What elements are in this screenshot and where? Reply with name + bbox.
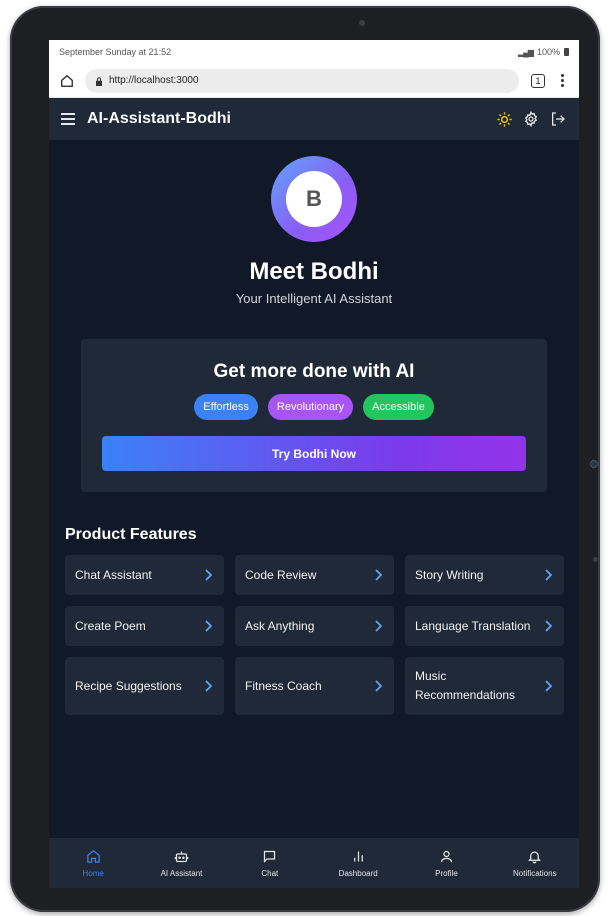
hamburger-menu-icon[interactable] bbox=[61, 113, 75, 125]
logout-icon[interactable] bbox=[550, 111, 567, 128]
browser-menu-icon[interactable] bbox=[553, 74, 571, 87]
bar-chart-icon bbox=[351, 849, 366, 864]
main-content: B Meet Bodhi Your Intelligent AI Assista… bbox=[49, 140, 579, 838]
try-bodhi-button[interactable]: Try Bodhi Now bbox=[102, 436, 526, 471]
feature-label: Ask Anything bbox=[245, 618, 315, 633]
pill-revolutionary: Revolutionary bbox=[267, 394, 354, 420]
nav-label: Chat bbox=[261, 868, 279, 878]
battery-text: 100% bbox=[536, 47, 560, 57]
features-title: Product Features bbox=[65, 526, 197, 543]
browser-home-icon[interactable] bbox=[57, 71, 77, 91]
feature-card-create-poem[interactable]: Create Poem bbox=[65, 606, 224, 646]
side-camera bbox=[590, 460, 598, 468]
feature-label: Recipe Suggestions bbox=[75, 678, 182, 693]
chevron-right-icon bbox=[374, 680, 384, 692]
feature-label: Fitness Coach bbox=[245, 678, 322, 693]
chevron-right-icon bbox=[544, 680, 554, 692]
nav-label: Notifications bbox=[513, 868, 557, 878]
bottom-nav: Home AI Assistant Chat Dashboard Profile… bbox=[49, 838, 579, 888]
bell-icon bbox=[527, 849, 542, 864]
screen: September Sunday at 21:52 ▂▄▆ 100% http:… bbox=[49, 40, 579, 888]
feature-card-code-review[interactable]: Code Review bbox=[235, 555, 394, 595]
nav-dashboard[interactable]: Dashboard bbox=[318, 849, 398, 878]
gear-icon[interactable] bbox=[523, 110, 540, 128]
signal-icon: ▂▄▆ bbox=[517, 47, 534, 57]
status-time: September Sunday at 21:52 bbox=[59, 47, 172, 57]
chevron-right-icon bbox=[204, 620, 214, 632]
chevron-right-icon bbox=[374, 569, 384, 581]
hero-subtitle: Your Intelligent AI Assistant bbox=[235, 291, 393, 306]
promo-title: Get more done with AI bbox=[213, 361, 415, 382]
feature-label: Code Review bbox=[245, 567, 317, 582]
chat-icon bbox=[262, 849, 277, 864]
status-right: ▂▄▆ 100% bbox=[518, 47, 569, 57]
lock-icon bbox=[95, 76, 103, 86]
feature-card-ask-anything[interactable]: Ask Anything bbox=[235, 606, 394, 646]
hero-title: Meet Bodhi bbox=[249, 258, 379, 285]
user-icon bbox=[439, 849, 454, 864]
feature-label: Music Recommendations bbox=[415, 669, 516, 702]
feature-card-chat-assistant[interactable]: Chat Assistant bbox=[65, 555, 224, 595]
nav-label: Dashboard bbox=[338, 868, 378, 878]
nav-label: Home bbox=[82, 868, 104, 878]
feature-card-fitness-coach[interactable]: Fitness Coach bbox=[235, 657, 394, 715]
pill-accessible: Accessible bbox=[363, 394, 434, 420]
promo-pills: Effortless Revolutionary Accessible bbox=[81, 394, 547, 420]
nav-profile[interactable]: Profile bbox=[406, 849, 486, 878]
feature-label: Create Poem bbox=[75, 618, 146, 633]
front-camera bbox=[359, 20, 365, 26]
home-icon bbox=[86, 849, 101, 864]
app-title: AI-Assistant-Bodhi bbox=[87, 110, 231, 127]
feature-card-story-writing[interactable]: Story Writing bbox=[405, 555, 564, 595]
feature-label: Language Translation bbox=[415, 618, 531, 633]
side-sensor bbox=[593, 557, 598, 562]
chevron-right-icon bbox=[374, 620, 384, 632]
nav-notifications[interactable]: Notifications bbox=[495, 849, 575, 878]
chevron-right-icon bbox=[204, 680, 214, 692]
chevron-right-icon bbox=[204, 569, 214, 581]
pill-effortless: Effortless bbox=[194, 394, 258, 420]
url-text: http://localhost:3000 bbox=[109, 75, 199, 86]
feature-card-recipe-suggestions[interactable]: Recipe Suggestions bbox=[65, 657, 224, 715]
status-bar: September Sunday at 21:52 ▂▄▆ 100% bbox=[49, 40, 579, 64]
feature-label: Chat Assistant bbox=[75, 567, 152, 582]
feature-card-music-recommendations[interactable]: Music Recommendations bbox=[405, 657, 564, 715]
address-bar[interactable]: http://localhost:3000 bbox=[85, 68, 519, 93]
feature-card-language-translation[interactable]: Language Translation bbox=[405, 606, 564, 646]
tab-count-button[interactable]: 1 bbox=[531, 73, 545, 88]
nav-ai-assistant[interactable]: AI Assistant bbox=[141, 849, 221, 878]
app-header: AI-Assistant-Bodhi bbox=[49, 98, 579, 140]
chevron-right-icon bbox=[544, 569, 554, 581]
feature-label: Story Writing bbox=[415, 567, 484, 582]
nav-chat[interactable]: Chat bbox=[230, 849, 310, 878]
nav-label: AI Assistant bbox=[160, 868, 203, 878]
sun-icon[interactable] bbox=[496, 111, 513, 128]
tablet-device: September Sunday at 21:52 ▂▄▆ 100% http:… bbox=[10, 6, 600, 912]
promo-card: Get more done with AI Effortless Revolut… bbox=[81, 339, 547, 492]
battery-icon bbox=[564, 48, 569, 56]
nav-home[interactable]: Home bbox=[53, 849, 133, 878]
browser-toolbar: http://localhost:3000 1 bbox=[49, 64, 579, 98]
robot-icon bbox=[174, 849, 189, 864]
avatar: B bbox=[271, 156, 357, 242]
features-grid: Chat Assistant Code Review Story Writing… bbox=[65, 555, 564, 715]
chevron-right-icon bbox=[544, 620, 554, 632]
nav-label: Profile bbox=[435, 868, 458, 878]
avatar-letter: B bbox=[286, 171, 342, 227]
